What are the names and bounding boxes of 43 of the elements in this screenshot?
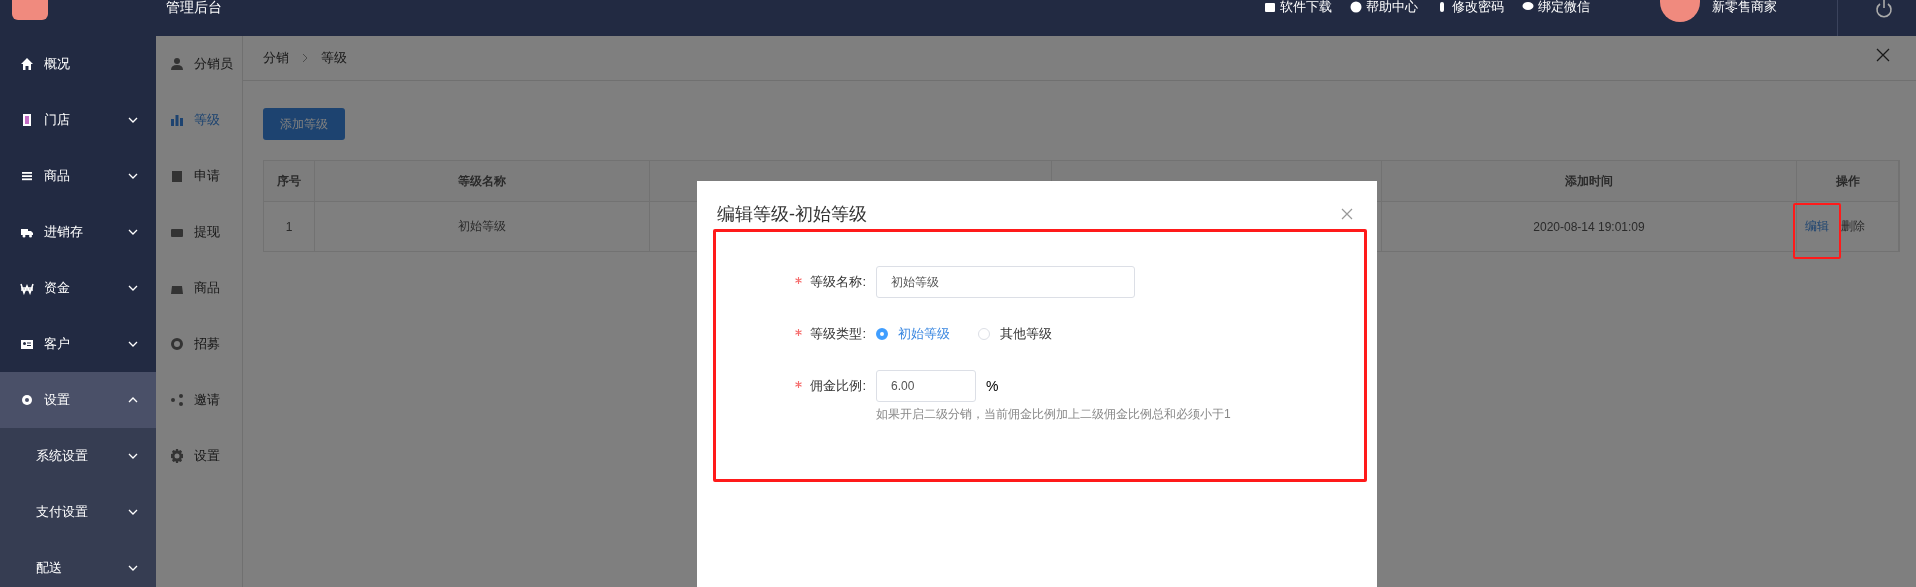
sidebar-item[interactable]: 商品 xyxy=(0,148,156,204)
radio-option[interactable]: 初始等级 xyxy=(876,325,950,343)
breadcrumb-current: 等级 xyxy=(321,49,347,67)
column-header: 添加时间 xyxy=(1382,161,1797,202)
sidebar-item[interactable]: 设置 xyxy=(0,372,156,428)
sidebar-item[interactable]: 客户 xyxy=(0,316,156,372)
delete-link[interactable]: 删除 xyxy=(1841,218,1865,235)
subnav-item[interactable]: 招募 xyxy=(156,316,242,372)
subnav-item[interactable]: 提现 xyxy=(156,204,242,260)
column-header: 操作 xyxy=(1797,161,1899,202)
header-link[interactable]: 软件下载 xyxy=(1264,0,1332,14)
subnav-item[interactable]: 商品 xyxy=(156,260,242,316)
subnav-item[interactable]: 分销员 xyxy=(156,36,242,92)
unit-label: % xyxy=(986,378,999,394)
column-header: 序号 xyxy=(264,161,315,202)
header-link[interactable]: 绑定微信 xyxy=(1522,0,1590,14)
subnav-item[interactable]: 申请 xyxy=(156,148,242,204)
input-field[interactable]: 初始等级 xyxy=(876,266,1135,298)
user-name[interactable]: 新零售商家 xyxy=(1712,0,1777,14)
sidebar-item[interactable]: 进销存 xyxy=(0,204,156,260)
field-label: 佣金比例: xyxy=(810,378,866,393)
app-title: 管理后台 xyxy=(166,0,222,14)
input-field[interactable]: 6.00 xyxy=(876,370,976,402)
table-cell: 1 xyxy=(264,202,315,251)
column-header: 等级名称 xyxy=(315,161,650,202)
sidebar-subitem[interactable]: 支付设置 xyxy=(0,484,156,540)
sidebar-item[interactable]: 资金 xyxy=(0,260,156,316)
sidebar-item[interactable]: 门店 xyxy=(0,92,156,148)
sidebar-subitem[interactable]: 配送 xyxy=(0,540,156,587)
subnav-item[interactable]: 邀请 xyxy=(156,372,242,428)
sidebar-subitem[interactable]: 系统设置 xyxy=(0,428,156,484)
field-label: 等级类型: xyxy=(810,326,866,341)
header-link[interactable]: 帮助中心 xyxy=(1350,0,1418,14)
sidebar-item[interactable]: 概况 xyxy=(0,36,156,92)
breadcrumb-link[interactable]: 分销 xyxy=(263,49,289,67)
field-label: 等级名称: xyxy=(810,274,866,289)
table-cell: 2020-08-14 19:01:09 xyxy=(1382,202,1797,251)
subnav-item[interactable]: 设置 xyxy=(156,428,242,484)
field-hint: 如果开启二级分销，当前佣金比例加上二级佣金比例总和必须小于1 xyxy=(876,406,1231,423)
modal-title: 编辑等级-初始等级 xyxy=(717,203,867,226)
header-link[interactable]: 修改密码 xyxy=(1436,0,1504,14)
radio-option[interactable]: 其他等级 xyxy=(978,325,1052,343)
table-cell: 初始等级 xyxy=(315,202,650,251)
